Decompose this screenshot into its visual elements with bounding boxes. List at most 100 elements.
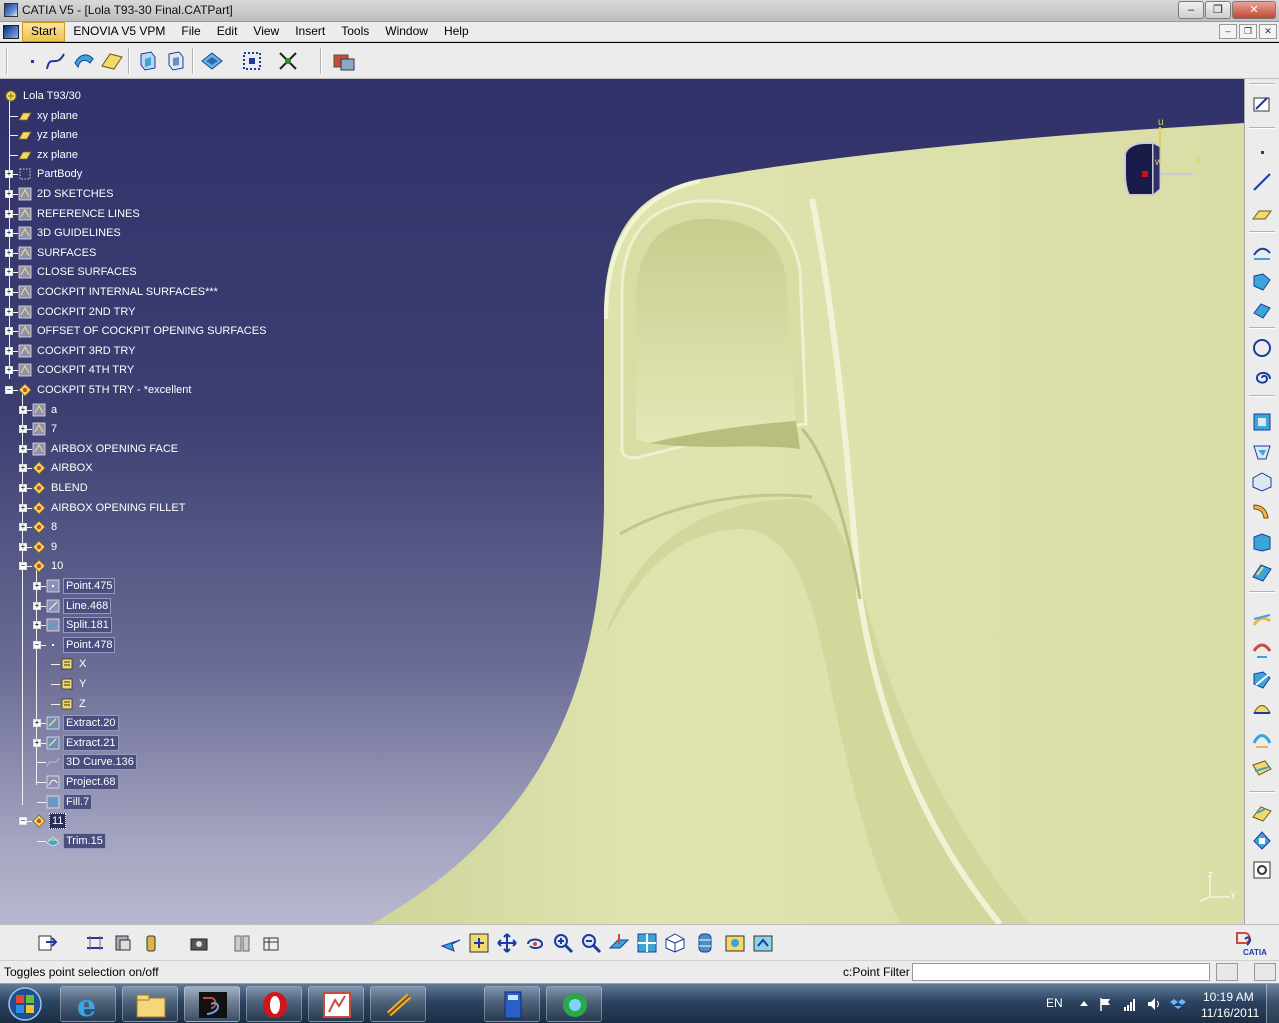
clock-date[interactable]: 11/16/2011 — [1201, 1006, 1265, 1020]
expand-icon[interactable]: + — [5, 170, 13, 178]
clock-time[interactable]: 10:19 AM — [1203, 990, 1263, 1004]
menu-tools[interactable]: Tools — [333, 22, 377, 42]
zoom-out-icon[interactable] — [580, 932, 602, 954]
tree-node[interactable]: SURFACES — [18, 244, 98, 262]
extract-icon[interactable] — [1251, 757, 1273, 779]
tree-node[interactable]: Line.468 — [46, 597, 112, 615]
fill-icon[interactable] — [1251, 531, 1273, 553]
fit-all-in-icon[interactable] — [468, 932, 490, 954]
plane-icon[interactable] — [1251, 203, 1273, 225]
tree-node[interactable]: COCKPIT 4TH TRY — [18, 361, 136, 379]
expand-icon[interactable]: + — [5, 308, 13, 316]
expand-icon[interactable]: + — [19, 523, 27, 531]
language-indicator[interactable]: EN — [1046, 996, 1063, 1010]
revolve-surface-icon[interactable] — [164, 49, 188, 73]
rotate-view-icon[interactable] — [524, 932, 546, 954]
expand-icon[interactable]: + — [33, 602, 41, 610]
close-button[interactable]: ✕ — [1232, 1, 1276, 19]
tree-node[interactable]: xy plane — [18, 107, 80, 125]
expand-icon[interactable]: + — [33, 739, 41, 747]
catalog-browser-icon[interactable] — [332, 49, 356, 73]
apply-material-icon[interactable] — [140, 932, 162, 954]
tree-node[interactable]: BLEND — [32, 479, 90, 497]
doc-close-button[interactable]: ✕ — [1259, 24, 1277, 39]
tree-node[interactable]: Trim.15 — [46, 832, 106, 850]
boundary-icon[interactable] — [1251, 729, 1273, 751]
tree-node[interactable]: COCKPIT 2ND TRY — [18, 303, 137, 321]
menu-edit[interactable]: Edit — [209, 22, 246, 42]
tree-node[interactable]: 2D SKETCHES — [18, 185, 115, 203]
tree-node[interactable]: Z — [60, 695, 88, 713]
expand-icon[interactable]: + — [19, 484, 27, 492]
tree-node[interactable]: 10 — [32, 557, 65, 575]
catia-app-icon[interactable] — [4, 3, 18, 17]
spiral-icon[interactable] — [1251, 367, 1273, 389]
table-icon[interactable] — [260, 932, 282, 954]
filter-option-button[interactable] — [1216, 963, 1238, 981]
catia-taskbar-button[interactable] — [184, 986, 240, 1022]
tree-node[interactable]: a — [32, 401, 59, 419]
menu-file[interactable]: File — [173, 22, 208, 42]
menu-view[interactable]: View — [245, 22, 287, 42]
join-icon[interactable] — [200, 49, 224, 73]
show-hidden-icons-icon[interactable] — [1076, 996, 1092, 1012]
collapse-icon[interactable]: − — [5, 386, 13, 394]
menu-start[interactable]: Start — [22, 22, 66, 42]
expand-icon[interactable]: + — [5, 366, 13, 374]
collapse-icon[interactable]: − — [19, 817, 27, 825]
measure-icon[interactable] — [84, 932, 106, 954]
hide-show-icon[interactable] — [724, 932, 746, 954]
multi-section-icon[interactable] — [1251, 561, 1273, 583]
expand-icon[interactable]: + — [19, 543, 27, 551]
expand-icon[interactable]: + — [5, 268, 13, 276]
multi-view-icon[interactable] — [636, 932, 658, 954]
opera-taskbar-button[interactable] — [246, 986, 302, 1022]
sweep-icon[interactable] — [1251, 499, 1273, 521]
collapse-icon[interactable]: − — [33, 641, 41, 649]
pan-icon[interactable] — [496, 932, 518, 954]
tree-node[interactable]: zx plane — [18, 146, 80, 164]
menu-insert[interactable]: Insert — [287, 22, 333, 42]
collapse-icon[interactable]: − — [19, 562, 27, 570]
expand-icon[interactable]: + — [5, 190, 13, 198]
tree-node[interactable]: PartBody — [18, 165, 84, 183]
iso-view-icon[interactable] — [664, 932, 686, 954]
filter-close-button[interactable] — [1254, 963, 1276, 981]
rotate-icon[interactable] — [1251, 829, 1273, 851]
measure-inertia-icon[interactable] — [112, 932, 134, 954]
tool-app-taskbar-button[interactable] — [370, 986, 426, 1022]
point-icon[interactable] — [22, 49, 46, 73]
sweep-surface-icon[interactable] — [72, 49, 96, 73]
tree-node[interactable]: COCKPIT 3RD TRY — [18, 342, 137, 360]
compass-widget[interactable]: u v w — [1115, 119, 1205, 209]
tree-node[interactable]: COCKPIT 5TH TRY - *excellent — [18, 381, 193, 399]
point-snap-icon[interactable] — [276, 49, 300, 73]
line-icon[interactable] — [1251, 171, 1273, 193]
sphere-icon[interactable] — [1251, 471, 1273, 493]
menu-window[interactable]: Window — [377, 22, 436, 42]
network-signal-icon[interactable] — [1122, 996, 1138, 1012]
tree-node[interactable]: Extract.20 — [46, 714, 119, 732]
doc-minimize-button[interactable]: – — [1219, 24, 1237, 39]
catalog-icon[interactable] — [232, 932, 254, 954]
combine-icon[interactable] — [1251, 271, 1273, 293]
tree-node[interactable]: Split.181 — [46, 616, 112, 634]
translate-icon[interactable] — [1251, 801, 1273, 823]
symmetry-icon[interactable] — [1251, 859, 1273, 881]
tree-node[interactable]: REFERENCE LINES — [18, 205, 142, 223]
tree-node[interactable]: 3D Curve.136 — [46, 753, 137, 771]
expand-icon[interactable]: + — [5, 327, 13, 335]
tree-node[interactable]: OFFSET OF COCKPIT OPENING SURFACES — [18, 322, 268, 340]
extrude-surface-icon[interactable] — [136, 49, 160, 73]
calculator-taskbar-button[interactable] — [484, 986, 540, 1022]
expand-icon[interactable]: + — [5, 210, 13, 218]
expand-icon[interactable]: + — [5, 347, 13, 355]
minimize-button[interactable]: – — [1178, 1, 1204, 19]
tree-node[interactable]: Extract.21 — [46, 734, 119, 752]
expand-icon[interactable]: + — [19, 425, 27, 433]
expand-icon[interactable]: + — [5, 229, 13, 237]
tree-node[interactable]: AIRBOX OPENING FACE — [32, 440, 180, 458]
windows-start-orb[interactable] — [4, 985, 46, 1023]
3d-viewport[interactable]: u v w z y Lola T93/30 xy plane yz plane zx … — [0, 79, 1244, 924]
expand-icon[interactable]: + — [19, 445, 27, 453]
